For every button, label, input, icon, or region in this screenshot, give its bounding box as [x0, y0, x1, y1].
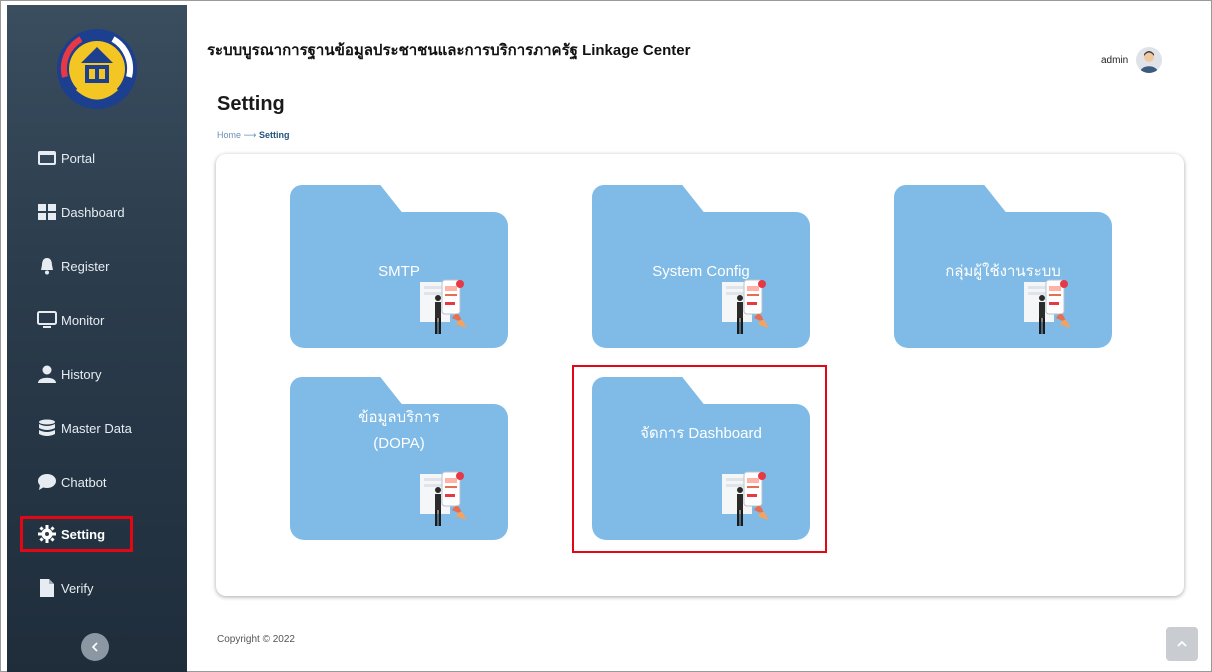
sidebar-item-chatbot[interactable]: Chatbot — [37, 465, 107, 499]
breadcrumb-home[interactable]: Home — [217, 130, 241, 140]
folder-smtp[interactable]: SMTP — [290, 185, 508, 350]
user-icon — [38, 365, 56, 383]
sidebar-item-monitor[interactable]: Monitor — [37, 303, 104, 337]
file-icon — [40, 579, 54, 597]
sidebar-item-label: History — [61, 366, 102, 382]
sidebar-item-history[interactable]: History — [37, 357, 101, 391]
sidebar-item-portal[interactable]: Portal — [37, 141, 95, 175]
mobile-user-illustration-icon — [722, 279, 768, 334]
copyright: Copyright © 2022 — [217, 634, 295, 645]
highlight-box — [572, 365, 827, 553]
page-title: Setting — [217, 93, 285, 115]
folder-user-groups[interactable]: กลุ่มผู้ใช้งานระบบ — [894, 185, 1112, 350]
sidebar-item-dashboard[interactable]: Dashboard — [37, 195, 125, 229]
sidebar-item-label: Portal — [61, 150, 95, 166]
grid-icon — [38, 204, 56, 220]
sidebar-item-label: Dashboard — [61, 204, 125, 220]
sidebar-item-setting[interactable]: Setting — [20, 516, 133, 552]
sidebar-item-label: Verify — [61, 580, 94, 596]
sidebar-item-label: Master Data — [61, 420, 132, 436]
folder-label: SMTP — [378, 263, 420, 280]
user-avatar-icon — [1140, 51, 1159, 73]
chevron-left-icon — [91, 642, 98, 652]
sidebar-item-register[interactable]: Register — [37, 249, 109, 283]
folder-dopa-service-data[interactable]: ข้อมูลบริการ (DOPA) — [290, 377, 508, 542]
sidebar-item-label: Setting — [61, 526, 106, 542]
username: admin — [1101, 54, 1129, 66]
sidebar: Portal Dashboard Register Monitor Histor… — [7, 5, 187, 672]
folder-label-line2: (DOPA) — [373, 435, 425, 452]
desktop-icon — [37, 311, 57, 328]
avatar[interactable] — [1136, 47, 1163, 73]
breadcrumb-current: Setting — [258, 130, 290, 140]
folder-label-line1: ข้อมูลบริการ — [358, 409, 440, 426]
breadcrumb-separator: ⟶ — [243, 130, 257, 140]
chat-bubble-icon — [38, 474, 56, 490]
breadcrumb: Home ⟶ Setting — [217, 130, 289, 141]
sidebar-item-label: Monitor — [61, 312, 105, 328]
bell-icon — [41, 258, 53, 275]
sidebar-item-master-data[interactable]: Master Data — [37, 411, 132, 445]
database-icon — [39, 419, 55, 436]
gear-icon — [38, 525, 56, 543]
window-icon — [38, 151, 56, 165]
mobile-user-illustration-icon — [420, 279, 466, 334]
folder-label: กลุ่มผู้ใช้งานระบบ — [945, 263, 1061, 280]
folder-system-config[interactable]: System Config — [592, 185, 810, 350]
mobile-user-illustration-icon — [420, 471, 466, 526]
scroll-to-top-button[interactable] — [1166, 627, 1198, 661]
sidebar-item-label: Chatbot — [61, 474, 107, 490]
folder-label: System Config — [652, 263, 750, 280]
user-menu[interactable]: admin — [1101, 47, 1163, 73]
chevron-up-icon — [1177, 640, 1187, 647]
collapse-sidebar-button[interactable] — [81, 633, 109, 661]
mobile-user-illustration-icon — [1024, 279, 1070, 334]
sidebar-item-verify[interactable]: Verify — [37, 571, 94, 605]
sidebar-item-label: Register — [61, 258, 110, 274]
department-logo — [55, 27, 139, 111]
app-title: ระบบบูรณาการฐานข้อมูลประชาชนและการบริการ… — [207, 42, 691, 59]
